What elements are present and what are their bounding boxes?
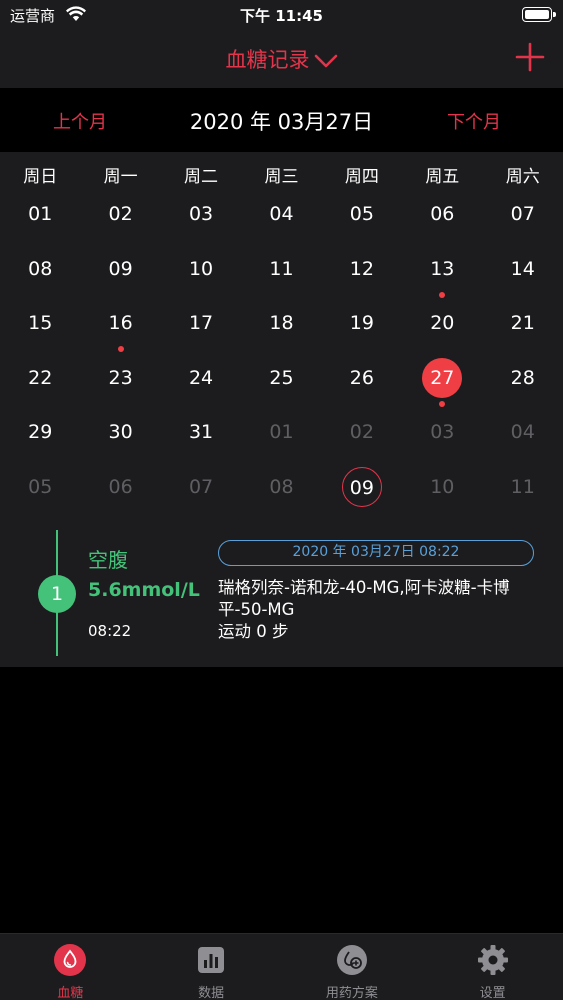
calendar-day[interactable]: 16 [80, 295, 160, 352]
weekday-label: 周五 [425, 167, 460, 187]
calendar-week: 01 02 03 04 05 06 07 [0, 186, 563, 241]
tab-medication-plan[interactable]: 用药方案 [282, 934, 423, 1000]
weekday-label: 周日 [23, 167, 58, 187]
calendar-day[interactable]: 30 [80, 404, 160, 459]
calendar-day[interactable]: 24 [161, 350, 241, 405]
next-month-button[interactable]: 下个月 [447, 108, 501, 134]
tab-label: 设置 [479, 986, 506, 1000]
calendar-day[interactable]: 23 [80, 350, 160, 405]
calendar-day[interactable]: 29 [0, 404, 80, 459]
calendar-day[interactable]: 08 [0, 241, 80, 296]
calendar-day[interactable]: 06 [402, 186, 482, 241]
tab-label: 血糖 [57, 986, 84, 1000]
weekday-label: 周四 [344, 167, 379, 187]
weekday-label: 周一 [103, 167, 138, 187]
calendar-day[interactable]: 17 [161, 295, 241, 350]
calendar-day-other-month[interactable]: 02 [322, 404, 402, 459]
clock: 下午 11:45 [240, 7, 323, 25]
calendar-day[interactable]: 15 [0, 295, 80, 350]
medication-text: 瑞格列奈-诺和龙-40-MG,阿卡波糖-卡博平-50-MG [218, 578, 510, 619]
tab-settings[interactable]: 设置 [422, 934, 563, 1000]
record-type-label: 空腹 [88, 548, 128, 572]
month-switcher: 上个月 2020 年 03月27日 下个月 [0, 88, 563, 152]
calendar-day[interactable]: 14 [483, 241, 563, 296]
calendar-day[interactable]: 13 [402, 241, 482, 298]
calendar-day-other-month[interactable]: 10 [402, 459, 482, 514]
nav-bar: 血糖记录 [0, 30, 563, 88]
calendar-day[interactable]: 19 [322, 295, 402, 350]
calendar-day-today[interactable]: 09 [322, 459, 402, 514]
calendar-day-other-month[interactable]: 01 [241, 404, 321, 459]
calendar-day[interactable]: 05 [322, 186, 402, 241]
weekday-label: 周三 [264, 167, 299, 187]
glucose-record-item[interactable]: 1 空腹 5.6mmol/L 08:22 2020 年 03月27日 08:22… [0, 522, 563, 667]
record-index-badge: 1 [38, 575, 76, 613]
record-detail: 瑞格列奈-诺和龙-40-MG,阿卡波糖-卡博平-50-MG 运动 0 步 [218, 577, 548, 643]
calendar-day-other-month[interactable]: 04 [483, 404, 563, 459]
weekday-label: 周六 [505, 167, 540, 187]
page-title: 血糖记录 [225, 48, 310, 72]
medicine-icon [336, 945, 367, 975]
calendar-day-other-month[interactable]: 06 [80, 459, 160, 514]
calendar-day-other-month[interactable]: 03 [402, 404, 482, 459]
chevron-down-icon [314, 54, 337, 68]
calendar-week: 08 09 10 11 12 13 14 [0, 241, 563, 298]
calendar-day[interactable]: 01 [0, 186, 80, 241]
tab-label: 数据 [198, 986, 225, 1000]
calendar-week: 29 30 31 01 02 03 04 [0, 404, 563, 459]
status-bar: 运营商 下午 11:45 [0, 0, 563, 30]
calendar-day[interactable]: 26 [322, 350, 402, 405]
tab-blood-glucose[interactable]: 血糖 [0, 934, 141, 1000]
calendar-day[interactable]: 18 [241, 295, 321, 350]
calendar-day[interactable]: 07 [483, 186, 563, 241]
glucose-value: 5.6mmol/L [88, 579, 200, 601]
calendar-day-other-month[interactable]: 08 [241, 459, 321, 514]
battery-icon [522, 7, 556, 22]
calendar-day[interactable]: 04 [241, 186, 321, 241]
calendar-day[interactable]: 09 [80, 241, 160, 296]
exercise-text: 运动 0 步 [218, 622, 289, 641]
calendar-day-other-month[interactable]: 11 [483, 459, 563, 514]
record-type-selector[interactable]: 血糖记录 [0, 44, 563, 74]
add-icon[interactable] [515, 42, 545, 72]
calendar-day[interactable]: 02 [80, 186, 160, 241]
calendar-day[interactable]: 03 [161, 186, 241, 241]
calendar-day[interactable]: 10 [161, 241, 241, 296]
bar-chart-icon [198, 947, 225, 973]
gear-icon [477, 945, 508, 975]
calendar-day-other-month[interactable]: 07 [161, 459, 241, 514]
calendar-grid: 01 02 03 04 05 06 07 08 09 10 11 12 13 1… [0, 186, 563, 513]
calendar-week: 05 06 07 08 09 10 11 [0, 459, 563, 514]
calendar-day-selected[interactable]: 27 [402, 350, 482, 407]
weekday-label: 周二 [184, 167, 219, 187]
tab-label: 用药方案 [325, 986, 378, 1000]
record-datetime-pill: 2020 年 03月27日 08:22 [218, 540, 534, 566]
calendar-day[interactable]: 20 [402, 295, 482, 350]
calendar-day[interactable]: 12 [322, 241, 402, 296]
calendar: 周日 周一 周二 周三 周四 周五 周六 01 02 03 04 05 06 0… [0, 152, 563, 522]
calendar-day[interactable]: 28 [483, 350, 563, 405]
tab-bar: 血糖 数据 用药方案 设置 [0, 933, 563, 1000]
calendar-day[interactable]: 22 [0, 350, 80, 405]
weekday-header: 周日 周一 周二 周三 周四 周五 周六 [0, 162, 563, 187]
tab-data[interactable]: 数据 [141, 934, 282, 1000]
record-time: 08:22 [88, 622, 132, 640]
calendar-day[interactable]: 11 [241, 241, 321, 296]
calendar-day[interactable]: 21 [483, 295, 563, 350]
calendar-week: 22 23 24 25 26 27 28 [0, 350, 563, 407]
calendar-day-other-month[interactable]: 05 [0, 459, 80, 514]
calendar-day[interactable]: 31 [161, 404, 241, 459]
calendar-week: 15 16 17 18 19 20 21 [0, 295, 563, 352]
blood-drop-icon [54, 944, 87, 976]
calendar-day[interactable]: 25 [241, 350, 321, 405]
